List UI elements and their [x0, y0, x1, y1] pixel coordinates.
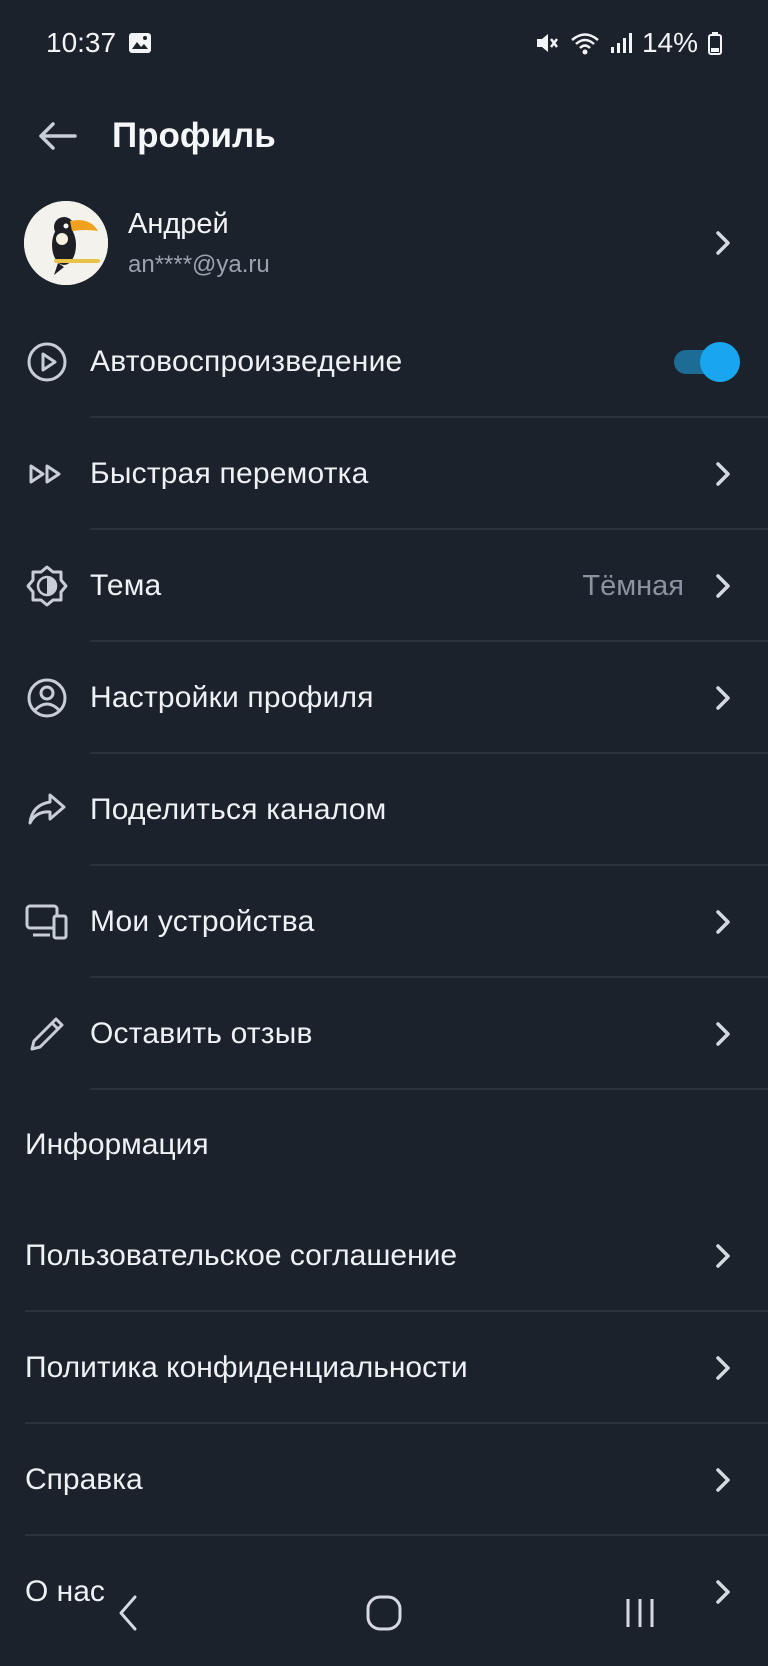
devices-label: Мои устройства [90, 905, 315, 938]
profile-settings-row[interactable]: Настройки профиля [0, 642, 768, 754]
chevron-right-icon [698, 449, 748, 499]
theme-row[interactable]: Тема Тёмная [0, 530, 768, 642]
help-label: Справка [25, 1463, 143, 1496]
profile-text: Андрей an****@ya.ru [128, 207, 698, 280]
privacy-label: Политика конфиденциальности [25, 1351, 468, 1384]
fast-forward-label: Быстрая перемотка [90, 457, 369, 490]
fast-forward-icon [24, 451, 70, 497]
devices-icon [24, 899, 70, 945]
chevron-right-icon [698, 218, 748, 268]
signal-icon [610, 31, 632, 55]
status-right: 14% [534, 27, 722, 59]
terms-label: Пользовательское соглашение [25, 1239, 458, 1272]
top-app-bar: Профиль [0, 86, 768, 186]
autoplay-label: Автовоспроизведение [90, 345, 403, 378]
feedback-row[interactable]: Оставить отзыв [0, 978, 768, 1090]
chevron-right-icon [698, 1343, 748, 1393]
theme-label: Тема [90, 569, 162, 602]
terms-row[interactable]: Пользовательское соглашение [0, 1200, 768, 1312]
nav-recents-icon [626, 1599, 654, 1627]
theme-value: Тёмная [582, 569, 684, 602]
nav-home-button[interactable] [344, 1573, 424, 1653]
user-circle-icon [24, 675, 70, 721]
chevron-right-icon [698, 897, 748, 947]
share-arrow-icon [24, 787, 70, 833]
brightness-icon [24, 563, 70, 609]
nav-back-icon [119, 1595, 137, 1631]
status-time: 10:37 [46, 27, 117, 58]
settings-menu: Автовоспроизведение Быстрая перемотка Те… [0, 306, 768, 1648]
battery-percent: 14% [641, 27, 698, 58]
share-channel-label: Поделиться каналом [90, 793, 387, 826]
help-row[interactable]: Справка [0, 1424, 768, 1536]
info-section-title: Информация [25, 1128, 209, 1161]
profile-name: Андрей [128, 207, 229, 240]
chevron-right-icon [698, 1455, 748, 1505]
system-nav-bar [0, 1560, 768, 1666]
autoplay-toggle[interactable] [670, 342, 740, 382]
pencil-icon [24, 1011, 70, 1057]
nav-back-button[interactable] [88, 1573, 168, 1653]
toucan-avatar [24, 201, 108, 285]
feedback-label: Оставить отзыв [90, 1017, 313, 1050]
gallery-icon [128, 32, 152, 54]
page-title: Профиль [112, 116, 276, 155]
nav-recents-button[interactable] [600, 1573, 680, 1653]
privacy-row[interactable]: Политика конфиденциальности [0, 1312, 768, 1424]
play-circle-icon [24, 339, 70, 385]
chevron-right-icon [698, 1009, 748, 1059]
devices-row[interactable]: Мои устройства [0, 866, 768, 978]
fast-forward-row[interactable]: Быстрая перемотка [0, 418, 768, 530]
profile-settings-label: Настройки профиля [90, 681, 374, 714]
status-left: 10:37 [46, 27, 152, 59]
wifi-icon [570, 31, 600, 55]
chevron-right-icon [698, 673, 748, 723]
arrow-left-icon [39, 122, 77, 150]
status-bar: 10:37 14% [0, 0, 768, 86]
profile-email: an****@ya.ru [128, 251, 270, 279]
autoplay-row[interactable]: Автовоспроизведение [0, 306, 768, 418]
chevron-right-icon [698, 1231, 748, 1281]
profile-card[interactable]: Андрей an****@ya.ru [0, 188, 768, 298]
mute-icon [534, 31, 560, 55]
battery-icon [708, 31, 722, 55]
share-channel-row[interactable]: Поделиться каналом [0, 754, 768, 866]
back-button[interactable] [22, 101, 92, 171]
nav-home-icon [366, 1595, 402, 1631]
avatar [24, 201, 108, 285]
chevron-right-icon [698, 561, 748, 611]
